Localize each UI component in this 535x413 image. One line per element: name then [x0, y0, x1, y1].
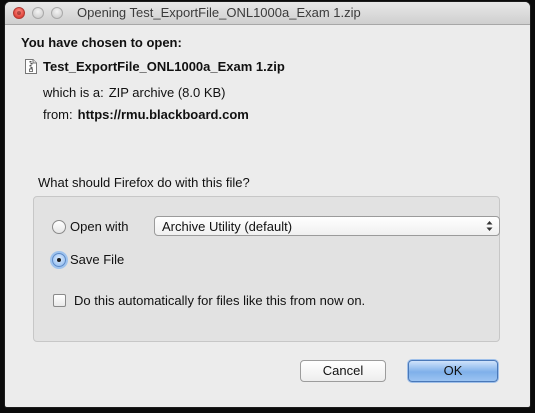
zoom-window-button	[51, 7, 63, 19]
file-name: Test_ExportFile_ONL1000a_Exam 1.zip	[43, 59, 285, 74]
cancel-button[interactable]: Cancel	[300, 360, 386, 382]
save-file-label[interactable]: Save File	[70, 252, 124, 267]
dialog-heading: You have chosen to open:	[21, 35, 182, 50]
auto-action-checkbox[interactable]	[53, 294, 66, 307]
download-dialog: Opening Test_ExportFile_ONL1000a_Exam 1.…	[5, 2, 530, 407]
auto-action-label[interactable]: Do this automatically for files like thi…	[74, 293, 365, 308]
open-with-app-select[interactable]: Archive Utility (default)	[154, 216, 500, 236]
file-source-line: from: https://rmu.blackboard.com	[43, 107, 249, 122]
close-window-button[interactable]	[13, 7, 25, 19]
action-question: What should Firefox do with this file?	[38, 175, 250, 190]
save-file-radio[interactable]	[52, 253, 66, 267]
file-type-value: ZIP archive (8.0 KB)	[108, 85, 226, 100]
ok-button[interactable]: OK	[408, 360, 498, 382]
open-with-radio[interactable]	[52, 220, 66, 234]
file-source-label: from:	[43, 107, 73, 122]
file-source-value: https://rmu.blackboard.com	[77, 107, 249, 122]
open-with-app-value: Archive Utility (default)	[162, 219, 293, 234]
document-zip-icon	[25, 59, 37, 74]
up-down-arrows-icon	[486, 221, 493, 231]
window-title: Opening Test_ExportFile_ONL1000a_Exam 1.…	[77, 5, 361, 20]
action-options-group: Open with Archive Utility (default) Save…	[33, 196, 500, 342]
file-type-label: which is a:	[43, 85, 104, 100]
title-bar: Opening Test_ExportFile_ONL1000a_Exam 1.…	[5, 2, 530, 25]
minimize-window-button	[32, 7, 44, 19]
file-type-line: which is a: ZIP archive (8.0 KB)	[43, 85, 226, 100]
open-with-label[interactable]: Open with	[70, 219, 129, 234]
